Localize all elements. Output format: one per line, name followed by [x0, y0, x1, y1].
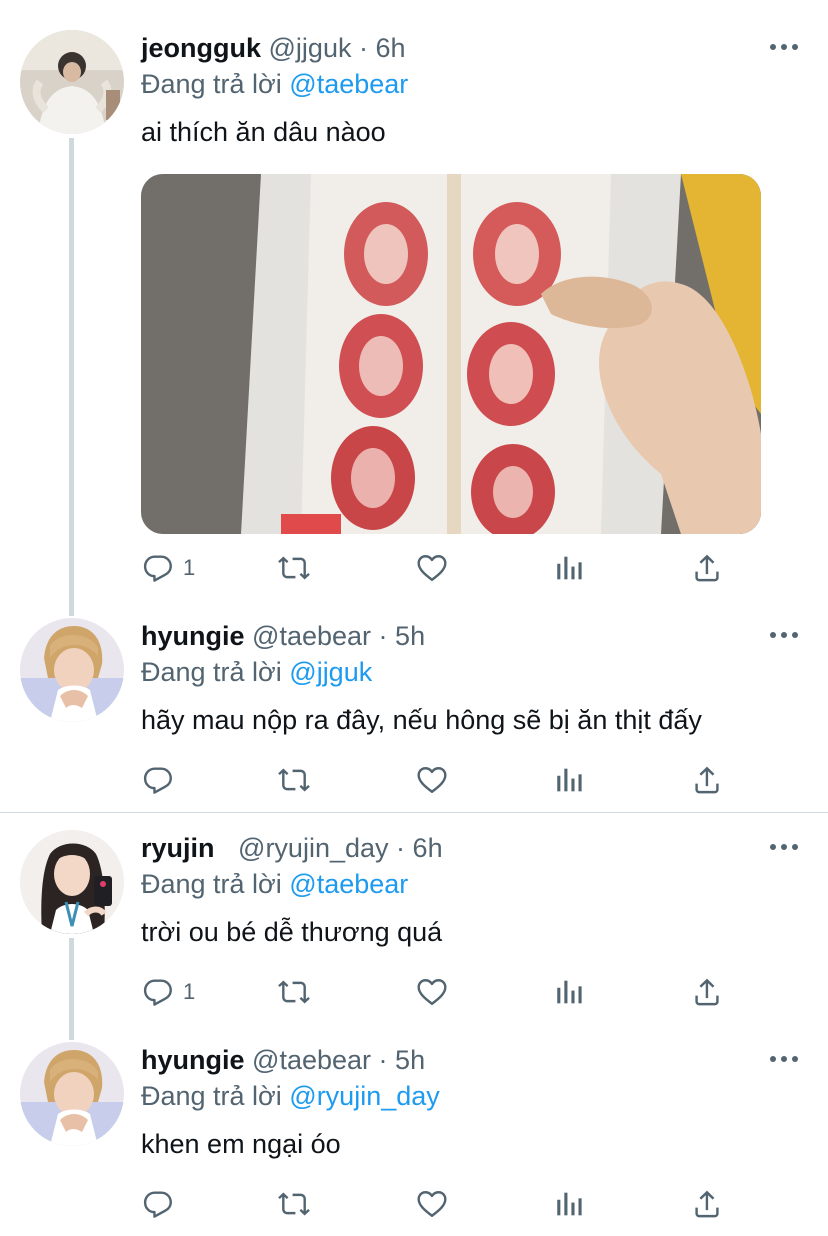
more-icon[interactable] [770, 1056, 798, 1064]
tweet-header: hyungie @taebear · 5h [141, 1043, 425, 1077]
share-button[interactable] [690, 1184, 724, 1224]
reply-mention-link[interactable]: @ryujin_day [289, 1081, 439, 1111]
separator-dot: · [378, 1045, 388, 1075]
analytics-icon [553, 1187, 587, 1221]
display-name[interactable]: hyungie [141, 1045, 245, 1075]
reply-context: Đang trả lời @ryujin_day [141, 1079, 440, 1113]
avatar[interactable] [20, 1042, 124, 1146]
tweet-text: khen em ngại óo [141, 1129, 341, 1159]
tweet[interactable]: hyungie @taebear · 5h Đang trả lời @ryuj… [0, 0, 828, 1236]
reply-icon [141, 1187, 175, 1221]
like-button[interactable] [415, 1184, 449, 1224]
like-icon [415, 1187, 449, 1221]
user-handle[interactable]: @taebear [252, 1045, 371, 1075]
timestamp[interactable]: 5h [395, 1045, 425, 1075]
reply-prefix: Đang trả lời [141, 1081, 282, 1111]
analytics-button[interactable] [553, 1184, 587, 1224]
share-icon [690, 1187, 724, 1221]
retweet-button[interactable] [277, 1184, 311, 1224]
tweet-actions [141, 1184, 801, 1224]
reply-button[interactable] [141, 1184, 183, 1224]
retweet-icon [277, 1187, 311, 1221]
